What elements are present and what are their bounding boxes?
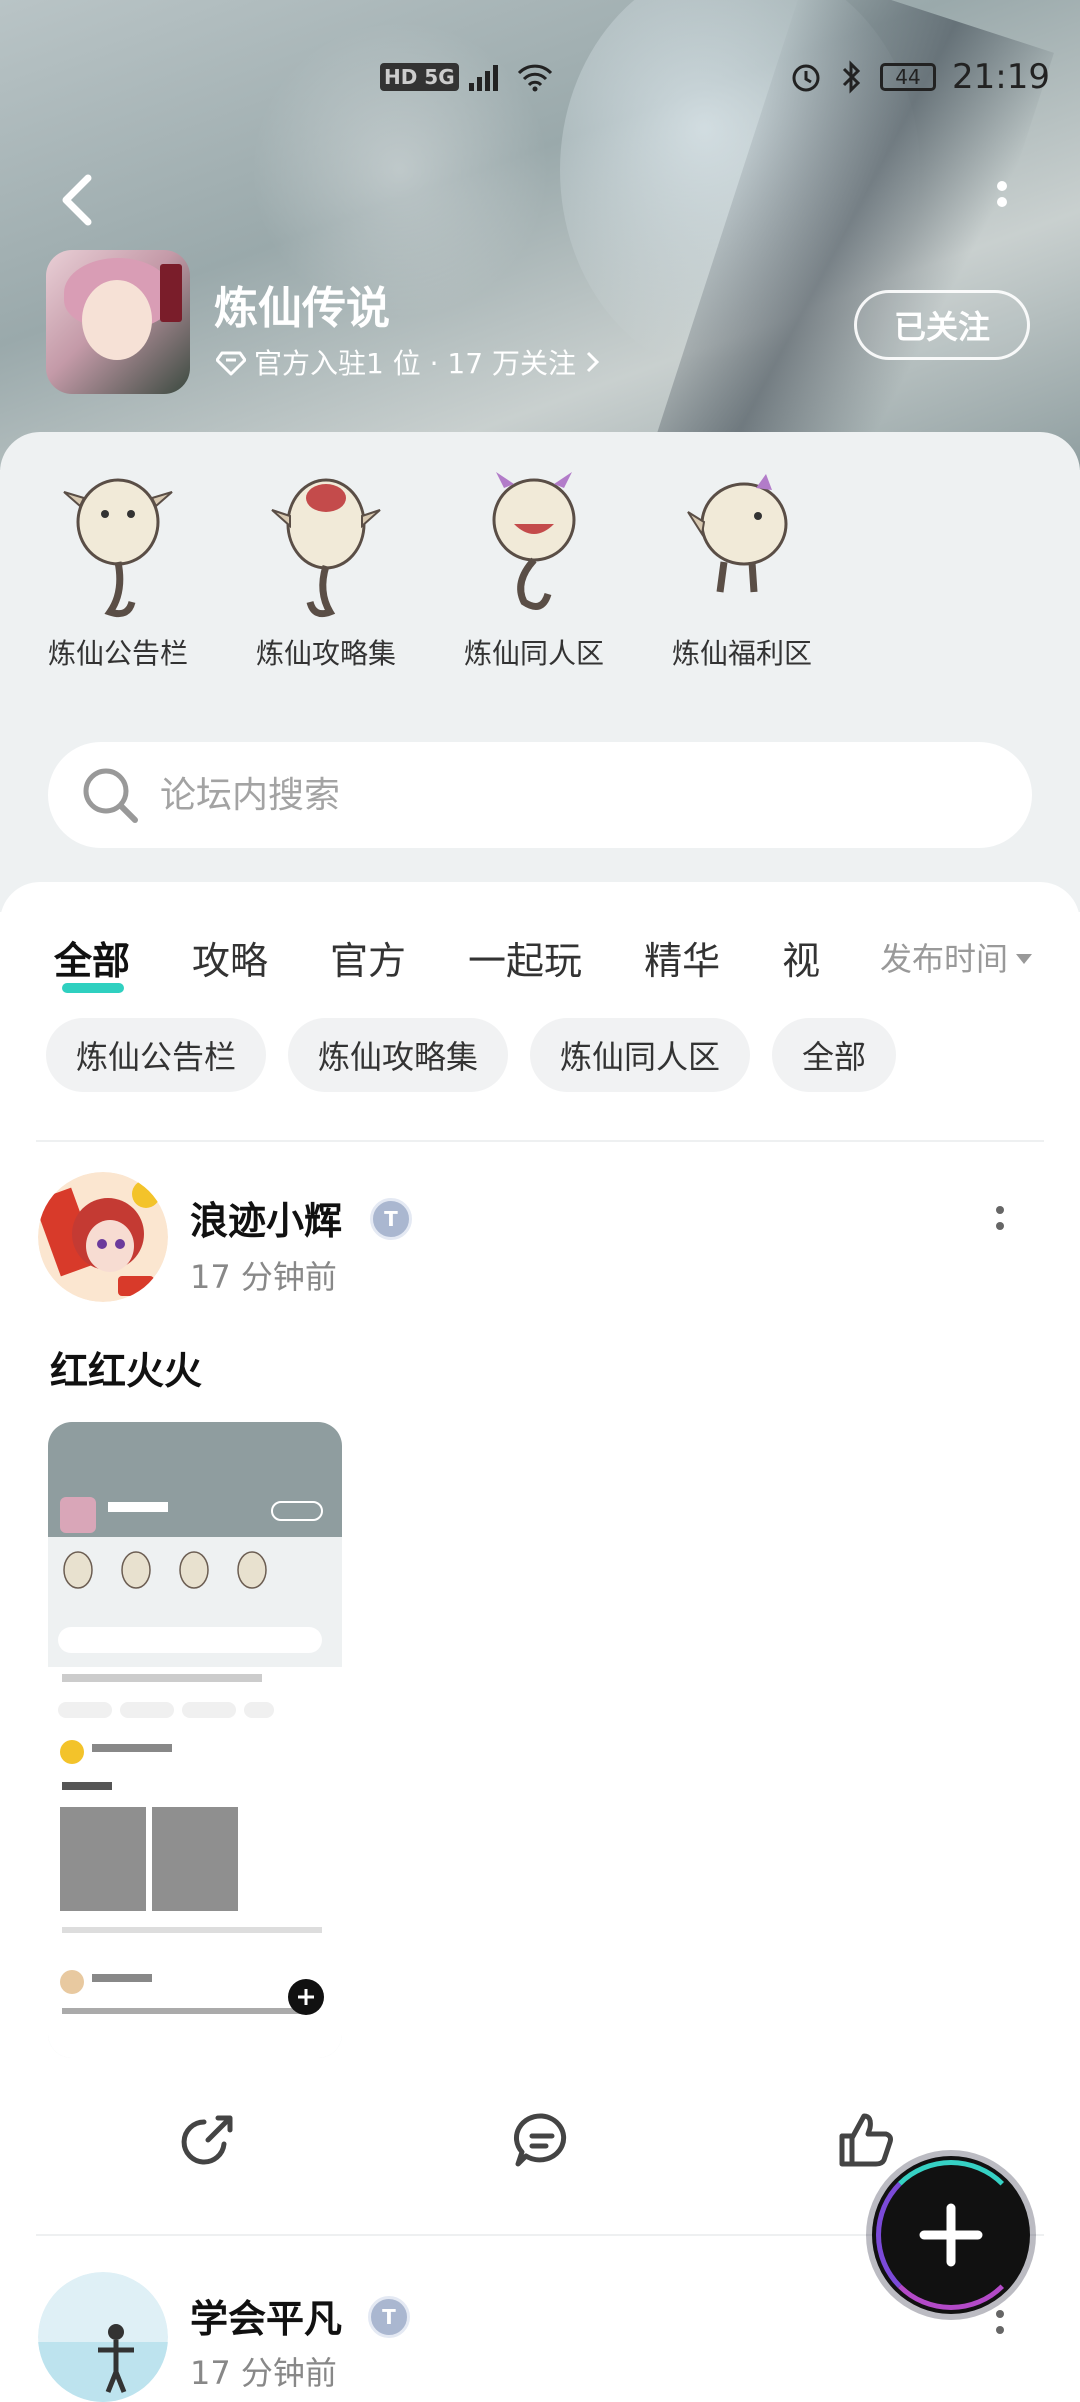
comment-icon[interactable] <box>512 2110 572 2170</box>
more-icon[interactable] <box>990 178 1014 226</box>
share-icon[interactable] <box>178 2110 238 2170</box>
network-type: HD 5G <box>380 63 459 91</box>
forum-stats: 官方入驻1 位 · 17 万关注 <box>254 347 576 380</box>
forum-boards-panel: 炼仙公告栏 炼仙攻略集 炼仙同人区 炼仙福利区 论坛内搜索 <box>0 432 1080 912</box>
avatar[interactable] <box>38 2272 168 2402</box>
sort-dropdown[interactable]: 发布时间 <box>872 922 1033 992</box>
like-icon[interactable] <box>836 2110 896 2170</box>
avatar-image <box>38 1172 168 1302</box>
battery-level: 44 <box>895 65 921 89</box>
post-author[interactable]: 浪迹小辉 <box>190 1190 342 1245</box>
tab-all[interactable]: 全部 <box>54 930 130 993</box>
search-input[interactable] <box>158 773 962 817</box>
post-time: 17 分钟前 <box>190 1258 337 1296</box>
board-label: 炼仙福利区 <box>671 637 812 670</box>
avatar-image <box>38 2272 168 2402</box>
screenshot-thumbnail <box>48 1422 342 2058</box>
post-time: 17 分钟前 <box>190 2354 337 2392</box>
caret-down-icon <box>1016 954 1033 964</box>
board-guides[interactable]: 炼仙攻略集 <box>226 462 426 672</box>
mascot-icon <box>63 478 173 618</box>
category-tabs: 全部 攻略 官方 一起玩 精华 视 <box>54 922 882 993</box>
tab-featured[interactable]: 精华 <box>644 930 720 985</box>
back-arrow-icon[interactable] <box>54 170 104 230</box>
tab-video[interactable]: 视 <box>782 930 820 985</box>
board-label: 炼仙公告栏 <box>47 637 188 670</box>
create-post-button[interactable] <box>872 2156 1030 2314</box>
sort-label: 发布时间 <box>880 940 1009 978</box>
tab-guides[interactable]: 攻略 <box>192 930 268 985</box>
mascot-icon <box>271 478 381 618</box>
post-more-icon[interactable] <box>990 2306 1010 2346</box>
tab-play-together[interactable]: 一起玩 <box>468 930 582 985</box>
board-welfare[interactable]: 炼仙福利区 <box>642 462 842 672</box>
mascot-icon <box>492 472 576 610</box>
avatar[interactable] <box>38 1172 168 1302</box>
diamond-icon <box>216 351 246 376</box>
post-card[interactable]: 浪迹小辉 T 17 分钟前 红红火火 <box>0 1172 1080 2172</box>
chip-announcement[interactable]: 炼仙公告栏 <box>46 1018 267 1092</box>
battery-icon: 44 <box>880 63 937 91</box>
game-title: 炼仙传说 <box>214 283 390 334</box>
chip-all[interactable]: 全部 <box>772 1018 897 1092</box>
post-author[interactable]: 学会平凡 <box>190 2288 342 2343</box>
tab-official[interactable]: 官方 <box>330 930 406 985</box>
board-fanart[interactable]: 炼仙同人区 <box>434 462 634 672</box>
clock: 21:19 <box>952 57 1050 97</box>
post-more-icon[interactable] <box>990 1202 1010 1242</box>
status-bar: 44 21:19 <box>788 52 1050 102</box>
search-icon <box>83 768 138 823</box>
bluetooth-icon <box>842 60 861 94</box>
follow-button[interactable]: 已关注 <box>854 290 1030 360</box>
wifi-icon <box>517 64 552 92</box>
verified-badge-icon: T <box>370 1198 412 1240</box>
mascot-icon <box>687 474 788 593</box>
search-bar[interactable] <box>48 742 1032 848</box>
signal-icon <box>468 65 498 91</box>
chip-fanart[interactable]: 炼仙同人区 <box>530 1018 751 1092</box>
divider <box>36 1140 1044 1142</box>
game-icon <box>46 250 190 394</box>
signal-indicators: HD 5G <box>380 52 555 102</box>
post-image[interactable] <box>48 1422 342 2058</box>
forum-stats-link[interactable]: 官方入驻1 位 · 17 万关注 <box>216 342 602 382</box>
forum-header: 44 21:19 HD 5G 炼仙传说 官方入驻1 位 · 17 万关注 已关注 <box>0 0 1080 470</box>
board-announcement[interactable]: 炼仙公告栏 <box>18 462 218 672</box>
board-label: 炼仙同人区 <box>463 637 604 670</box>
verified-badge-icon: T <box>368 2296 410 2338</box>
posts-panel: 全部 攻略 官方 一起玩 精华 视 发布时间 炼仙公告栏 炼仙攻略集 炼仙同人区… <box>0 882 1080 2402</box>
board-label: 炼仙攻略集 <box>255 637 396 670</box>
board-filter-chips: 炼仙公告栏 炼仙攻略集 炼仙同人区 全部 <box>46 1018 897 1092</box>
post-title[interactable]: 红红火火 <box>50 1340 202 1395</box>
chip-guides[interactable]: 炼仙攻略集 <box>288 1018 509 1092</box>
chevron-right-icon <box>586 351 600 373</box>
alarm-icon <box>792 64 820 92</box>
